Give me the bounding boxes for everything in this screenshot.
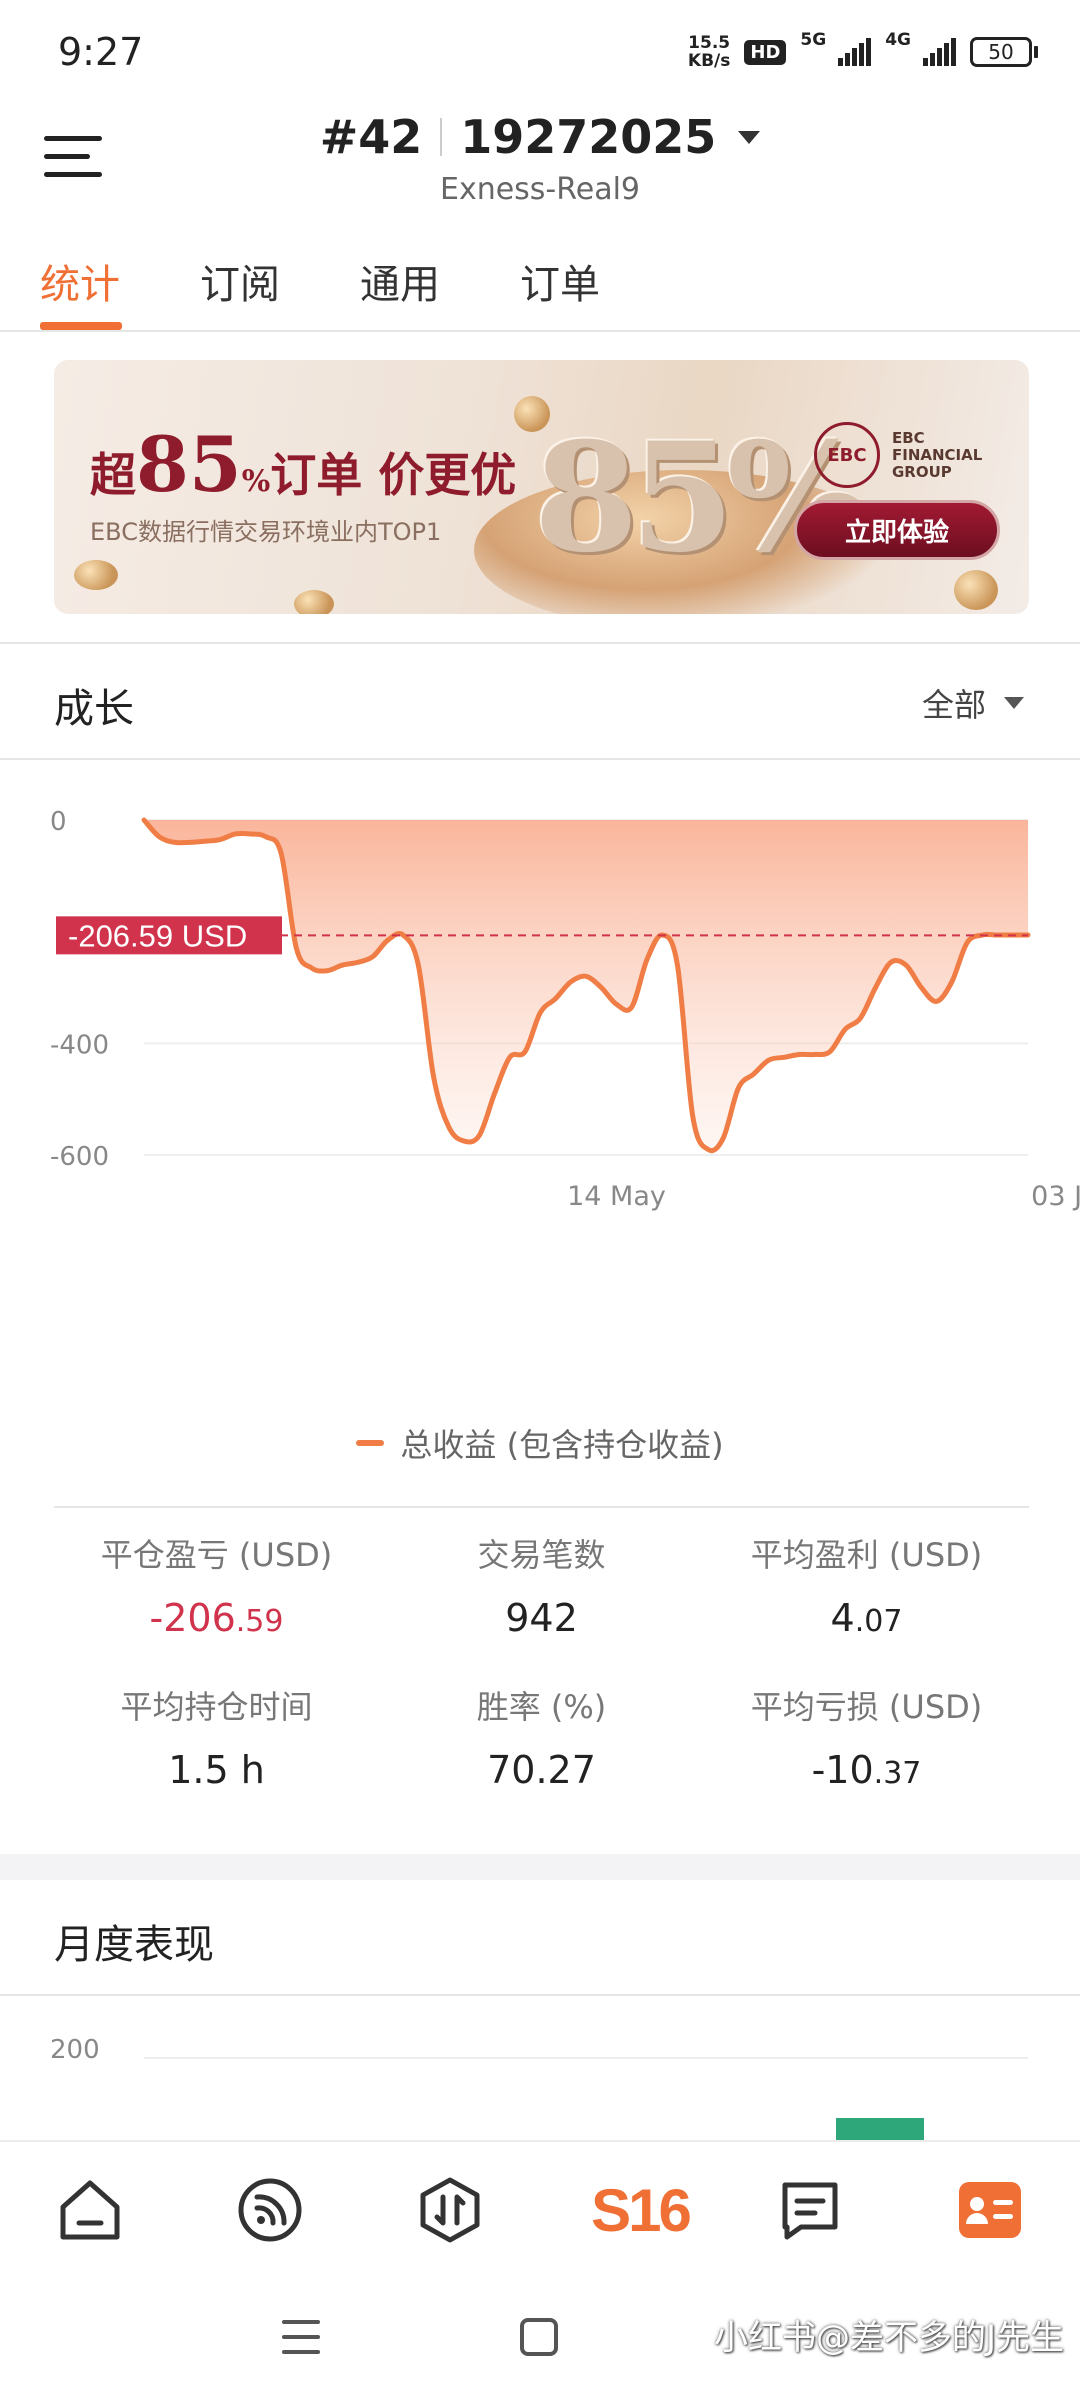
coin-decoration xyxy=(74,560,118,590)
tab-general[interactable]: 通用 xyxy=(360,252,440,310)
stat-avg-loss: 平均亏损 (USD) -10.37 xyxy=(750,1688,983,1792)
monthly-chart[interactable]: 200 xyxy=(0,2010,1080,2140)
ebc-logo: EBC EBC FINANCIAL GROUP xyxy=(814,422,982,488)
current-value-label: -206.59 USD xyxy=(68,918,247,953)
account-selector[interactable]: #42 19272025 Exness-Real9 xyxy=(0,110,1080,207)
network-speed: 15.5 KB/s xyxy=(688,34,730,70)
trade-icon[interactable] xyxy=(412,2172,488,2248)
watermark: 小红书@差不多的J先生 xyxy=(713,2318,1064,2358)
bottom-navigation: S16 xyxy=(0,2140,1080,2270)
banner-subtitle: EBC数据行情交易环境业内TOP1 xyxy=(90,518,442,546)
battery-level: 50 xyxy=(970,37,1032,67)
y-tick-label: -600 xyxy=(50,1142,109,1172)
range-filter-label: 全部 xyxy=(921,686,986,724)
tab-statistics[interactable]: 统计 xyxy=(40,252,120,310)
app-header: #42 19272025 Exness-Real9 xyxy=(0,100,1080,220)
status-icons: 15.5 KB/s HD 5G 4G 50 xyxy=(688,30,1038,74)
monthly-title: 月度表现 xyxy=(54,1922,214,1968)
divider xyxy=(0,758,1080,760)
status-bar: 9:27 15.5 KB/s HD 5G 4G 50 xyxy=(0,0,1080,100)
y-tick-label: 0 xyxy=(50,807,67,837)
chevron-down-icon xyxy=(1004,697,1024,709)
ebc-logo-text: EBC FINANCIAL GROUP xyxy=(892,428,983,481)
account-rank: #42 xyxy=(319,110,423,164)
signal-strength-icon-2 xyxy=(923,38,956,66)
divider xyxy=(440,118,443,156)
chevron-down-icon xyxy=(738,130,761,144)
signal-5g-label: 5G xyxy=(800,30,827,50)
y-tick-label: -400 xyxy=(50,1030,109,1060)
tab-subscribe[interactable]: 订阅 xyxy=(200,252,280,310)
promo-banner[interactable]: 85% 超85%订单 价更优 EBC数据行情交易环境业内TOP1 EBC EBC… xyxy=(54,360,1029,614)
banner-big-number: 85% xyxy=(534,410,869,586)
s16-logo[interactable]: S16 xyxy=(572,2172,708,2248)
growth-title: 成长 xyxy=(54,686,134,732)
monthly-bar xyxy=(836,2118,924,2140)
stat-avg-profit: 平均盈利 (USD) 4.07 xyxy=(750,1536,983,1640)
hd-voice-icon: HD xyxy=(744,39,787,65)
legend-label: 总收益 (包含持仓收益) xyxy=(400,1426,724,1464)
x-tick-label: 14 May xyxy=(567,1181,666,1212)
coin-decoration xyxy=(294,590,334,614)
stat-avg-hold-time: 平均持仓时间 1.5 h xyxy=(120,1688,313,1792)
coin-decoration xyxy=(954,570,998,610)
chart-legend[interactable]: 总收益 (包含持仓收益) xyxy=(0,1420,1080,1466)
stat-closed-pnl: 平仓盈亏 (USD) -206.59 xyxy=(100,1536,333,1640)
recent-apps-icon[interactable] xyxy=(282,2320,320,2354)
home-button-icon[interactable] xyxy=(520,2318,558,2356)
tab-orders[interactable]: 订单 xyxy=(520,252,600,310)
signal-strength-icon xyxy=(838,38,872,66)
home-icon[interactable] xyxy=(52,2172,128,2248)
ebc-logo-mark: EBC xyxy=(814,422,880,488)
divider xyxy=(0,642,1080,644)
monthly-y-tick: 200 xyxy=(50,2035,100,2065)
growth-chart[interactable]: 0-400-600 -206.59 USD 14 May03 Jun14 Jun xyxy=(0,770,1080,1400)
signal-4g-label: 4G xyxy=(885,30,911,50)
x-tick-label: 03 Jun xyxy=(1031,1181,1080,1212)
profile-card-icon[interactable] xyxy=(952,2172,1028,2248)
legend-swatch xyxy=(356,1440,385,1446)
try-now-button[interactable]: 立即体验 xyxy=(794,500,1000,560)
divider xyxy=(54,1506,1029,1508)
growth-area xyxy=(144,820,1028,1151)
banner-title: 超85%订单 价更优 xyxy=(90,420,517,509)
divider xyxy=(0,1994,1080,1996)
clock: 9:27 xyxy=(58,30,144,74)
battery-icon: 50 xyxy=(970,37,1038,67)
network-speed-unit: KB/s xyxy=(687,51,731,71)
stat-trade-count: 交易笔数 942 xyxy=(477,1536,606,1640)
tab-bar: 统计 订阅 通用 订单 xyxy=(0,230,1080,332)
system-navigation-bar: 小红书@差不多的J先生 xyxy=(0,2270,1080,2400)
account-number: 19272025 xyxy=(460,110,717,164)
range-filter-dropdown[interactable]: 全部 xyxy=(922,680,1024,726)
server-name: Exness-Real9 xyxy=(439,172,641,207)
network-speed-value: 15.5 xyxy=(688,33,731,53)
message-icon[interactable] xyxy=(772,2172,848,2248)
section-gap xyxy=(0,1854,1080,1880)
stat-win-rate: 胜率 (%) 70.27 xyxy=(476,1688,607,1792)
active-tab-indicator xyxy=(40,322,122,330)
signal-feed-icon[interactable] xyxy=(232,2172,308,2248)
